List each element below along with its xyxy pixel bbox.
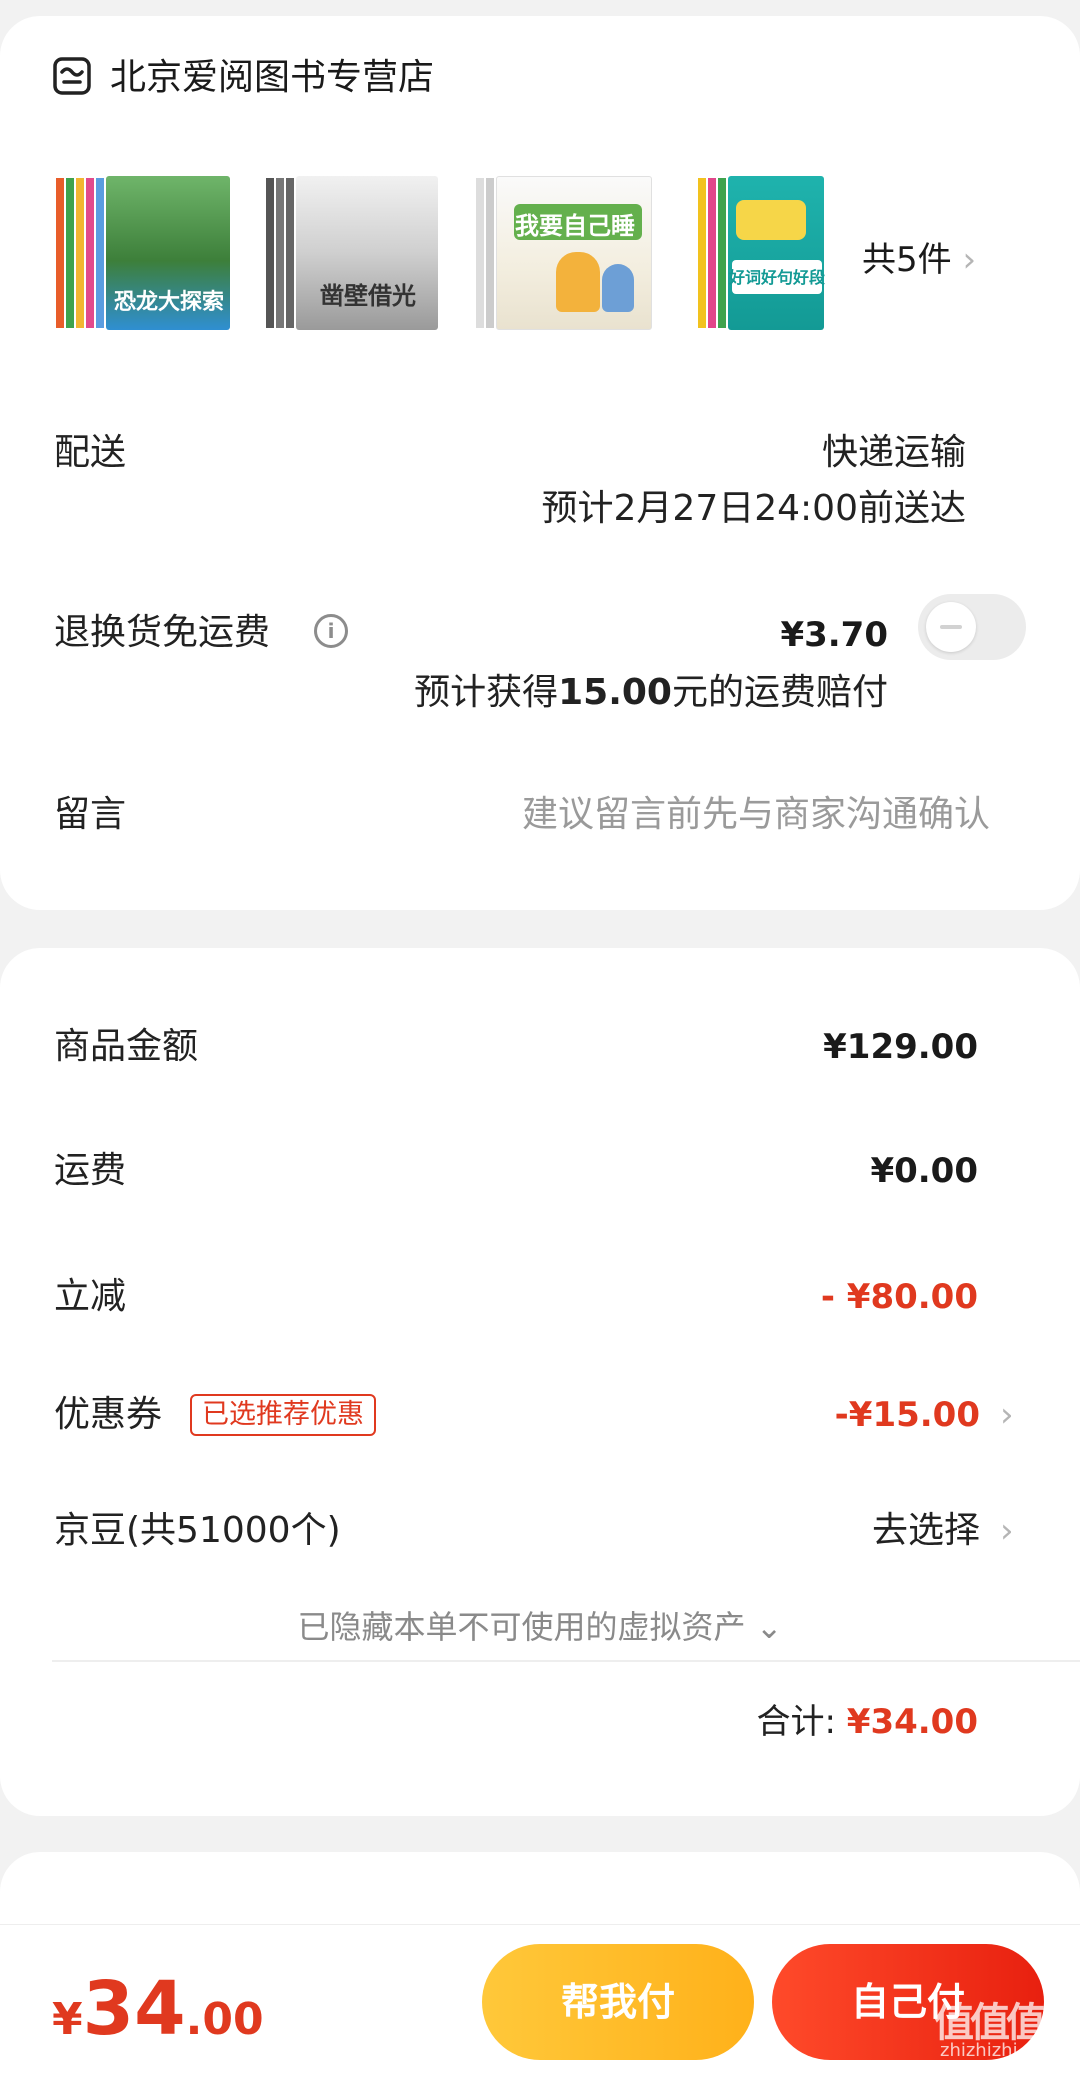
price-summary-card [0, 948, 1080, 1816]
chevron-right-icon[interactable]: › [1000, 1390, 1014, 1440]
goods-amount-value: ¥129.00 [823, 1027, 978, 1067]
return-insurance-label: 退换货免运费 [54, 612, 271, 653]
product-thumbnail-1[interactable]: 恐龙大探索 [54, 156, 232, 346]
coupon-label: 优惠券 [54, 1394, 163, 1435]
return-insurance-toggle[interactable] [918, 594, 1026, 660]
product-caption-1: 恐龙大探索 [113, 290, 224, 315]
watermark-url: zhizhizhi.com [940, 2040, 1062, 2061]
shipping-value: ¥0.00 [870, 1151, 978, 1191]
help-pay-button[interactable]: 帮我付 [482, 1944, 754, 2060]
total-value: ¥34.00 [846, 1702, 978, 1742]
discount-value: - ¥80.00 [820, 1277, 978, 1317]
delivery-label: 配送 [54, 432, 127, 473]
store-name[interactable]: 北京爱阅图书专营店 [110, 52, 434, 104]
product-thumbnail-3[interactable]: 我要自己睡 [474, 156, 654, 346]
chevron-right-icon: › [962, 240, 977, 280]
hidden-assets-toggle[interactable]: 已隐藏本单不可使用的虚拟资产 ⌄ [0, 1604, 1080, 1650]
chevron-down-icon: ⌄ [755, 1608, 783, 1646]
message-input[interactable]: 建议留言前先与商家沟通确认 [522, 790, 990, 840]
product-caption-2: 凿壁借光 [320, 282, 416, 310]
chevron-right-icon[interactable]: › [1000, 1506, 1014, 1556]
toggle-knob [926, 602, 976, 652]
goods-amount-label: 商品金额 [54, 1026, 199, 1067]
coupon-value[interactable]: -¥15.00 [835, 1390, 980, 1440]
discount-label: 立减 [54, 1276, 127, 1317]
pay-price: ¥34.00 [52, 1966, 264, 2052]
divider [52, 1660, 1080, 1662]
product-thumbnail-4[interactable]: 好词好句好段 [696, 156, 826, 346]
info-icon[interactable]: i [314, 614, 348, 648]
product-caption-4: 好词好句好段 [728, 268, 825, 287]
message-label: 留言 [54, 794, 127, 835]
shipping-label: 运费 [54, 1150, 127, 1191]
delivery-eta: 预计2月27日24:00前送达 [541, 488, 966, 529]
jd-beans-label: 京豆(共51000个) [54, 1510, 341, 1551]
return-insurance-note: 预计获得15.00元的运费赔付 [414, 672, 888, 713]
total-row: 合计: ¥34.00 [757, 1697, 978, 1747]
item-count[interactable]: 共5件 › [862, 236, 976, 284]
jd-beans-select[interactable]: 去选择 [872, 1506, 980, 1556]
product-caption-3: 我要自己睡 [515, 212, 635, 240]
delivery-method[interactable]: 快递运输 [822, 428, 966, 478]
total-label: 合计: [756, 1702, 836, 1742]
return-insurance-price: ¥3.70 [780, 615, 888, 655]
product-thumbnail-2[interactable]: 凿壁借光 [264, 156, 440, 346]
store-icon [53, 57, 91, 95]
coupon-tag: 已选推荐优惠 [190, 1394, 376, 1436]
